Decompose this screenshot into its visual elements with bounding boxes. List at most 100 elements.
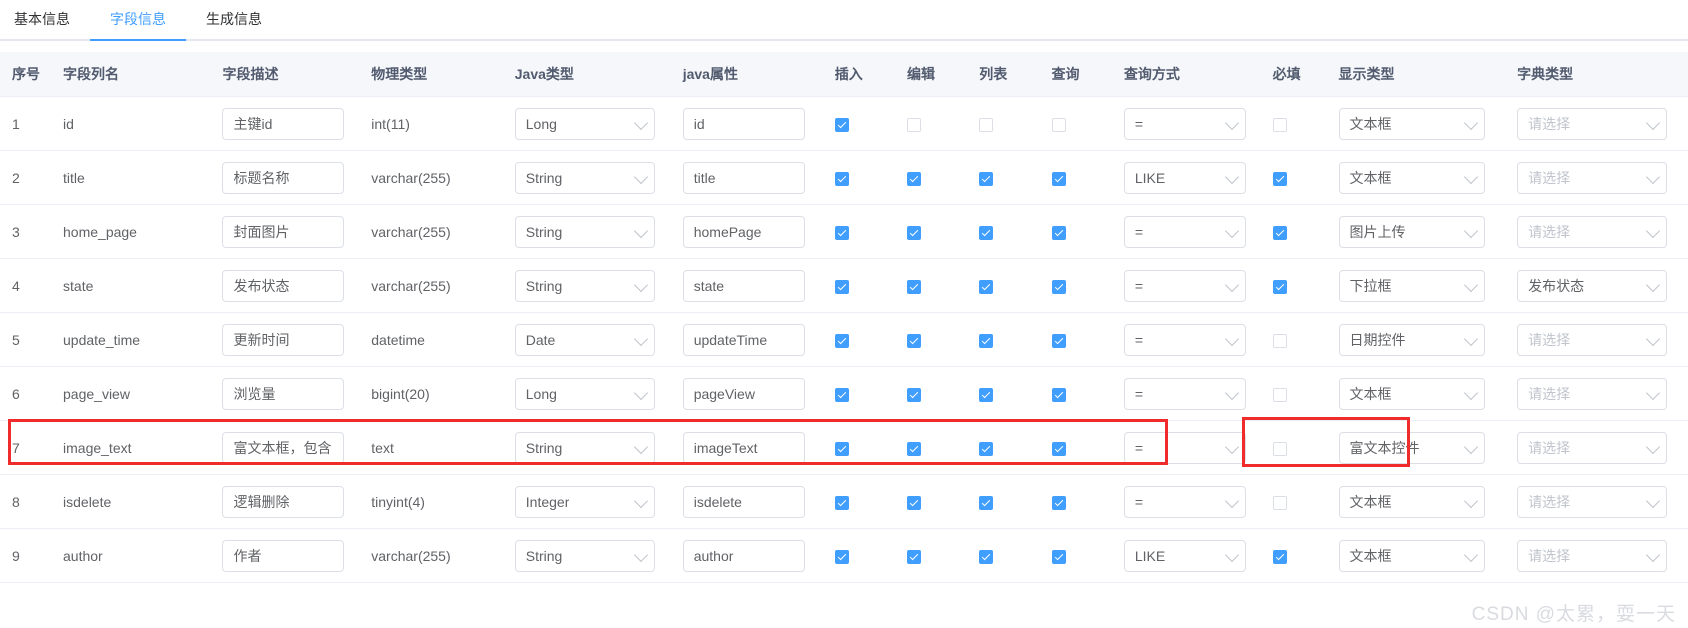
show-type-select[interactable]: 富文本控件 (1338, 431, 1485, 464)
dict-type-select[interactable]: 请选择 (1517, 539, 1668, 572)
dict-type-select[interactable]: 请选择 (1517, 161, 1668, 194)
java-type-select[interactable]: Long (514, 107, 655, 140)
java-type-select[interactable]: String (514, 161, 655, 194)
show-type-select[interactable]: 文本框 (1338, 539, 1485, 572)
show-type-select[interactable]: 日期控件 (1338, 323, 1485, 356)
list-checkbox[interactable] (979, 387, 994, 402)
query-type-select[interactable]: LIKE (1123, 161, 1246, 194)
required-checkbox[interactable] (1272, 117, 1287, 132)
required-checkbox[interactable] (1272, 333, 1287, 348)
java-type-select[interactable]: Long (514, 377, 655, 410)
java-type-select[interactable]: String (514, 215, 655, 248)
query-checkbox[interactable] (1051, 279, 1066, 294)
java-attribute-input[interactable]: homePage (682, 215, 805, 248)
insert-checkbox[interactable] (834, 495, 849, 510)
java-type-select[interactable]: String (514, 539, 655, 572)
insert-checkbox[interactable] (834, 387, 849, 402)
tab-3[interactable]: 生成信息 (186, 0, 282, 39)
edit-checkbox[interactable] (906, 495, 921, 510)
list-checkbox[interactable] (979, 441, 994, 456)
java-attribute-input[interactable]: updateTime (682, 323, 805, 356)
edit-checkbox[interactable] (906, 171, 921, 186)
list-checkbox[interactable] (979, 225, 994, 240)
query-checkbox[interactable] (1051, 549, 1066, 564)
query-checkbox[interactable] (1051, 117, 1066, 132)
insert-checkbox[interactable] (834, 279, 849, 294)
list-checkbox[interactable] (979, 279, 994, 294)
dict-type-select[interactable]: 请选择 (1517, 431, 1668, 464)
query-type-select[interactable]: = (1123, 269, 1246, 302)
required-checkbox[interactable] (1272, 225, 1287, 240)
dict-type-select[interactable]: 请选择 (1517, 323, 1668, 356)
java-type-select[interactable]: String (514, 269, 655, 302)
show-type-select[interactable]: 文本框 (1338, 161, 1485, 194)
tab-2[interactable]: 字段信息 (90, 0, 186, 41)
field-description-input[interactable]: 浏览量 (222, 377, 345, 410)
required-checkbox[interactable] (1272, 549, 1287, 564)
java-attribute-input[interactable]: author (682, 539, 805, 572)
tab-1[interactable]: 基本信息 (14, 0, 90, 39)
query-type-select[interactable]: = (1123, 107, 1246, 140)
query-type-select[interactable]: = (1123, 323, 1246, 356)
dict-type-select[interactable]: 发布状态 (1517, 269, 1668, 302)
java-attribute-input[interactable]: state (682, 269, 805, 302)
java-attribute-input[interactable]: imageText (682, 431, 805, 464)
dict-type-select[interactable]: 请选择 (1517, 485, 1668, 518)
dict-type-select[interactable]: 请选择 (1517, 107, 1668, 140)
java-attribute-input[interactable]: pageView (682, 377, 805, 410)
required-checkbox[interactable] (1272, 171, 1287, 186)
edit-checkbox[interactable] (906, 549, 921, 564)
insert-checkbox[interactable] (834, 171, 849, 186)
query-type-select[interactable]: LIKE (1123, 539, 1246, 572)
show-type-select[interactable]: 图片上传 (1338, 215, 1485, 248)
insert-checkbox[interactable] (834, 441, 849, 456)
list-checkbox[interactable] (979, 171, 994, 186)
query-checkbox[interactable] (1051, 333, 1066, 348)
field-description-input[interactable]: 标题名称 (222, 161, 345, 194)
list-checkbox[interactable] (979, 495, 994, 510)
field-description-input[interactable]: 主键id (222, 107, 345, 140)
query-type-select[interactable]: = (1123, 377, 1246, 410)
java-type-select[interactable]: Date (514, 323, 655, 356)
required-checkbox[interactable] (1272, 495, 1287, 510)
show-type-select[interactable]: 文本框 (1338, 107, 1485, 140)
edit-checkbox[interactable] (906, 333, 921, 348)
query-checkbox[interactable] (1051, 495, 1066, 510)
edit-checkbox[interactable] (906, 387, 921, 402)
dict-type-select[interactable]: 请选择 (1517, 215, 1668, 248)
field-description-input[interactable]: 封面图片 (222, 215, 345, 248)
list-checkbox[interactable] (979, 549, 994, 564)
field-description-input[interactable]: 富文本框，包含 (222, 431, 345, 464)
insert-checkbox[interactable] (834, 225, 849, 240)
list-checkbox[interactable] (979, 333, 994, 348)
dict-type-select[interactable]: 请选择 (1517, 377, 1668, 410)
show-type-select[interactable]: 文本框 (1338, 377, 1485, 410)
query-checkbox[interactable] (1051, 441, 1066, 456)
edit-checkbox[interactable] (906, 225, 921, 240)
query-type-select[interactable]: = (1123, 215, 1246, 248)
required-checkbox[interactable] (1272, 387, 1287, 402)
show-type-select[interactable]: 文本框 (1338, 485, 1485, 518)
query-checkbox[interactable] (1051, 171, 1066, 186)
java-attribute-input[interactable]: id (682, 107, 805, 140)
edit-checkbox[interactable] (906, 117, 921, 132)
field-description-input[interactable]: 发布状态 (222, 269, 345, 302)
show-type-select[interactable]: 下拉框 (1338, 269, 1485, 302)
query-type-select[interactable]: = (1123, 485, 1246, 518)
insert-checkbox[interactable] (834, 549, 849, 564)
list-checkbox[interactable] (979, 117, 994, 132)
java-type-select[interactable]: String (514, 431, 655, 464)
edit-checkbox[interactable] (906, 279, 921, 294)
edit-checkbox[interactable] (906, 441, 921, 456)
insert-checkbox[interactable] (834, 333, 849, 348)
query-checkbox[interactable] (1051, 387, 1066, 402)
java-attribute-input[interactable]: title (682, 161, 805, 194)
field-description-input[interactable]: 逻辑删除 (222, 485, 345, 518)
field-description-input[interactable]: 作者 (222, 539, 345, 572)
query-type-select[interactable]: = (1123, 431, 1246, 464)
java-type-select[interactable]: Integer (514, 485, 655, 518)
java-attribute-input[interactable]: isdelete (682, 485, 805, 518)
required-checkbox[interactable] (1272, 279, 1287, 294)
insert-checkbox[interactable] (834, 117, 849, 132)
field-description-input[interactable]: 更新时间 (222, 323, 345, 356)
